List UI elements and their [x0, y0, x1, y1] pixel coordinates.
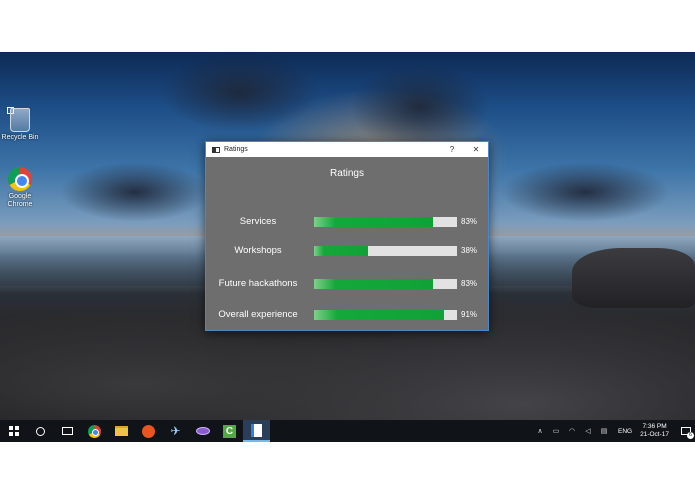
volume-icon[interactable]: ◁ [580, 427, 596, 435]
rating-percent: 38% [461, 246, 478, 255]
taskbar-chrome[interactable] [81, 420, 108, 442]
notification-count-badge: 6 [687, 432, 694, 439]
airplane-app-icon: ✈ [170, 424, 181, 438]
search-button[interactable] [27, 420, 54, 442]
ratings-heading: Ratings [330, 168, 364, 179]
wallpaper-cloud [160, 52, 320, 132]
desktop-icon-label: Recycle Bin [1, 134, 39, 141]
rating-percent: 83% [461, 279, 478, 288]
rating-percent: 83% [461, 217, 478, 226]
rating-progress-fill [314, 217, 433, 227]
rating-row-services: Services 83% [206, 215, 488, 229]
taskbar-file-explorer[interactable] [108, 420, 135, 442]
rating-row-overall-experience: Overall experience 91% [206, 308, 488, 322]
search-icon [36, 426, 45, 436]
taskbar-ubuntu[interactable] [135, 420, 162, 442]
start-icon [8, 426, 19, 436]
window-app-icon [212, 146, 220, 153]
taskbar: ✈ C ∧ ▭ ◠ ◁ ▤ ENG 7:36 PM 21-Oct-17 6 [0, 420, 695, 442]
rating-percent: 91% [461, 310, 478, 319]
wifi-icon[interactable]: ◠ [564, 427, 580, 435]
keyboard-icon[interactable]: ▤ [596, 427, 612, 435]
system-tray: ∧ ▭ ◠ ◁ ▤ ENG 7:36 PM 21-Oct-17 6 [532, 420, 695, 442]
rating-progress-fill [314, 279, 433, 289]
rating-progress-fill [314, 310, 445, 320]
show-hidden-icons-button[interactable]: ∧ [532, 427, 548, 435]
wallpaper-cloud [350, 62, 490, 152]
help-button[interactable]: ? [440, 142, 464, 157]
chrome-icon [8, 167, 32, 191]
clock-date: 21-Oct-17 [640, 431, 669, 438]
desktop-icon-recycle-bin[interactable]: Recycle Bin [0, 108, 42, 142]
clock-time: 7:36 PM [642, 423, 667, 430]
task-view-icon [62, 427, 73, 435]
taskbar-ratings-app[interactable] [243, 420, 270, 442]
language-indicator[interactable]: ENG [618, 428, 632, 435]
taskbar-airplane-app[interactable]: ✈ [162, 420, 189, 442]
rating-progress-bar [314, 217, 457, 227]
desktop-icon-label: Google Chrome [7, 193, 33, 208]
rating-progress-fill [314, 246, 369, 256]
file-explorer-icon [115, 426, 128, 436]
rating-progress-bar [314, 246, 457, 256]
taskbar-camtasia[interactable]: C [216, 420, 243, 442]
action-center-button[interactable]: 6 [677, 420, 695, 442]
window-titlebar[interactable]: Ratings ? ✕ [206, 142, 488, 157]
ratings-window: Ratings ? ✕ Ratings Services 83% Worksho… [205, 141, 489, 331]
rating-label: Services [239, 216, 277, 227]
window-title: Ratings [224, 146, 248, 153]
rating-row-future-hackathons: Future hackathons 83% [206, 277, 488, 291]
camtasia-icon: C [223, 424, 236, 438]
battery-icon[interactable]: ▭ [548, 427, 564, 435]
rating-label: Future hackathons [218, 278, 298, 289]
rating-label: Overall experience [218, 309, 298, 320]
rating-progress-bar [314, 310, 457, 320]
chrome-icon [88, 424, 101, 438]
wallpaper-cloud [60, 162, 210, 222]
taskbar-media-app[interactable] [189, 420, 216, 442]
media-app-icon [195, 427, 210, 435]
start-button[interactable] [0, 420, 27, 442]
desktop-icon-google-chrome[interactable]: Google Chrome [0, 167, 42, 209]
ratings-app-icon [251, 423, 262, 437]
window-content: Ratings Services 83% Workshops 38% Futur… [206, 157, 488, 330]
clock[interactable]: 7:36 PM 21-Oct-17 [640, 423, 669, 439]
wallpaper-cloud [500, 162, 670, 222]
rating-label: Workshops [234, 245, 282, 256]
recycle-bin-icon [10, 108, 30, 132]
close-button[interactable]: ✕ [464, 142, 488, 157]
rating-progress-bar [314, 279, 457, 289]
rating-row-workshops: Workshops 38% [206, 244, 488, 258]
wallpaper-rock [572, 248, 695, 308]
task-view-button[interactable] [54, 420, 81, 442]
ubuntu-icon [142, 424, 155, 438]
